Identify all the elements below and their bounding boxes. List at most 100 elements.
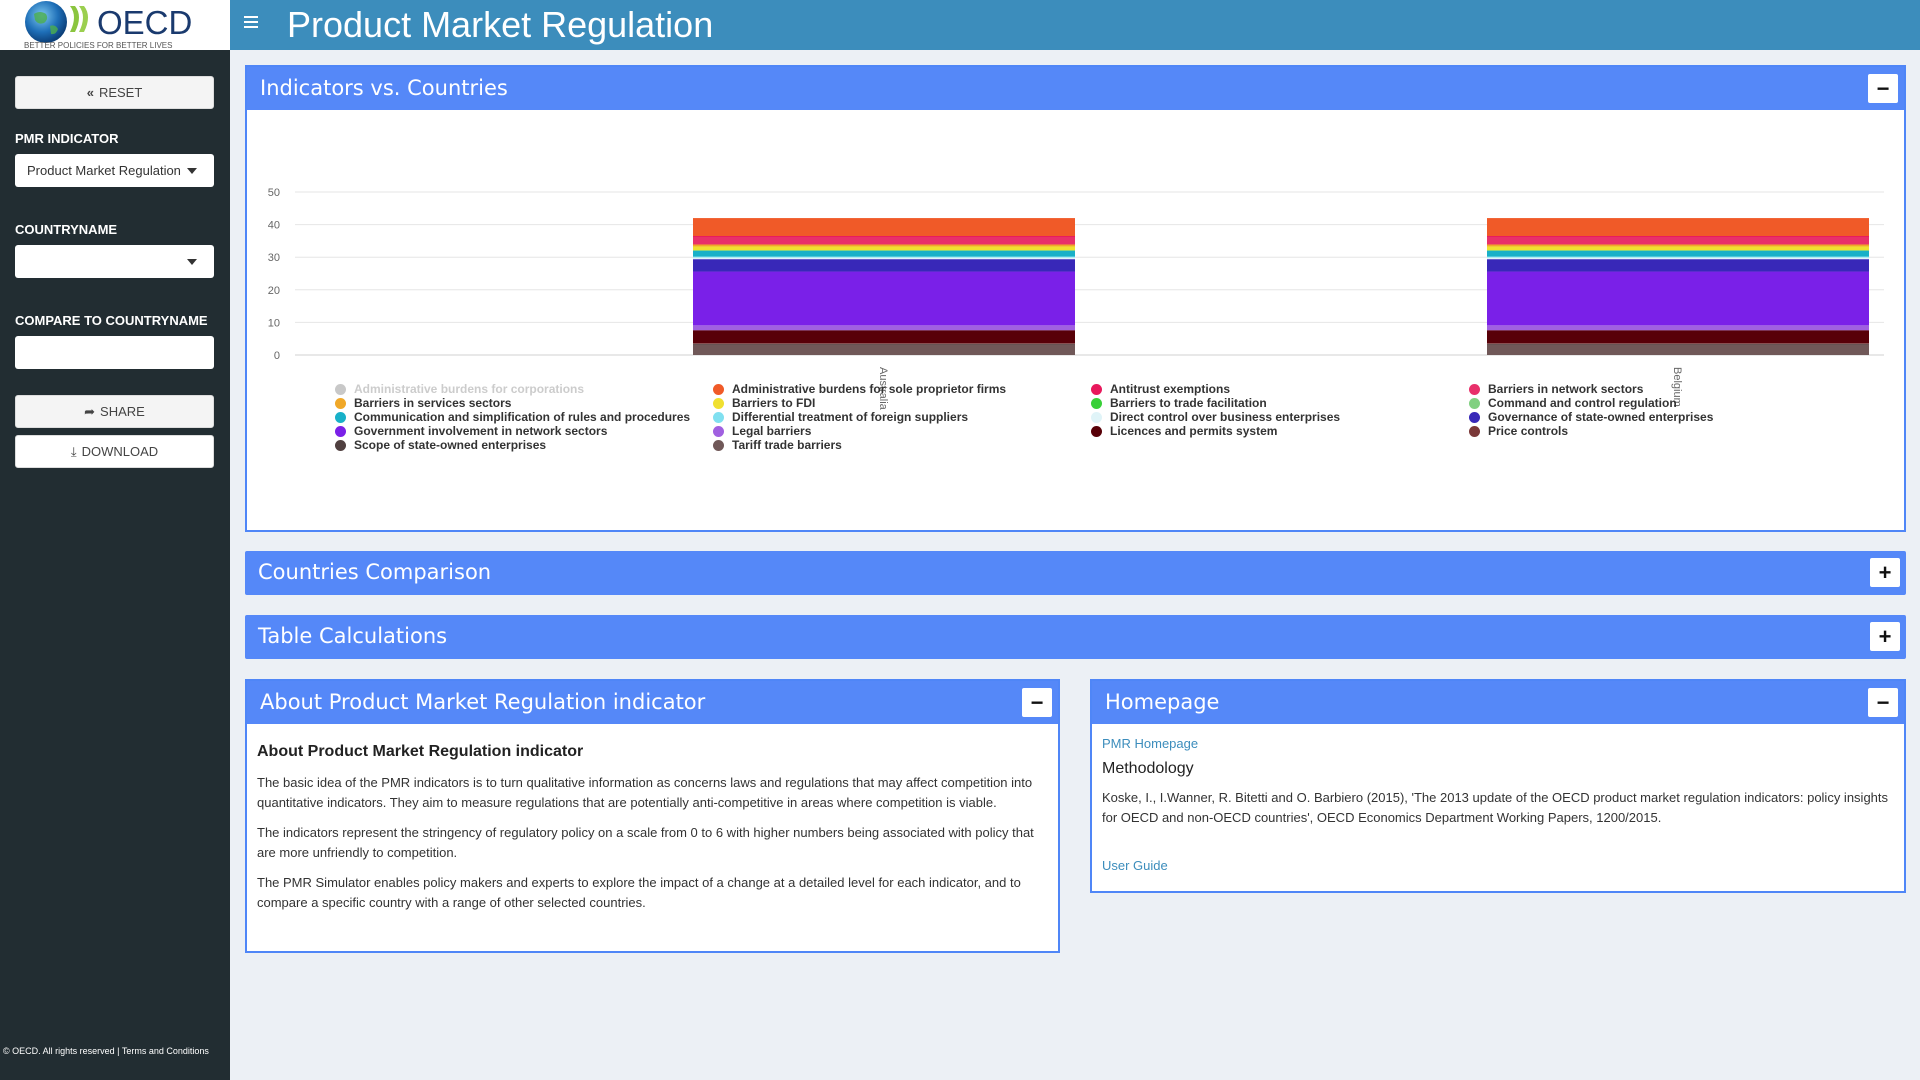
bar-segment bbox=[1487, 344, 1869, 355]
sidebar: « RESET PMR INDICATOR Product Market Reg… bbox=[0, 50, 230, 1080]
bar-segment bbox=[693, 256, 1075, 258]
bar-segment bbox=[693, 250, 1075, 252]
about-paragraph-1: The basic idea of the PMR indicators is … bbox=[257, 775, 1033, 810]
legend-dot-icon bbox=[1469, 411, 1480, 423]
legend-item[interactable]: Antitrust exemptions bbox=[1091, 382, 1469, 396]
expand-button[interactable]: + bbox=[1870, 622, 1900, 651]
collapse-button[interactable]: − bbox=[1868, 688, 1898, 717]
legend-item[interactable]: Governance of state-owned enterprises bbox=[1469, 410, 1847, 424]
bar-segment bbox=[1487, 244, 1869, 247]
legend-item[interactable]: Barriers in network sectors bbox=[1469, 382, 1847, 396]
bar-segment bbox=[693, 236, 1075, 237]
pmr-indicator-select[interactable]: Product Market Regulation bbox=[15, 154, 214, 187]
bar-segment bbox=[693, 246, 1075, 251]
legend-label: Barriers to trade facilitation bbox=[1110, 396, 1267, 410]
legend-label: Licences and permits system bbox=[1110, 424, 1278, 438]
download-button[interactable]: ⤓ DOWNLOAD bbox=[15, 435, 214, 468]
legend-label: Barriers to FDI bbox=[732, 396, 816, 410]
legend-item[interactable]: Tariff trade barriers bbox=[713, 438, 1091, 452]
legend-dot-icon bbox=[713, 411, 724, 423]
y-tick-label: 20 bbox=[268, 285, 280, 297]
legend-item[interactable]: Command and control regulation bbox=[1469, 396, 1847, 410]
legend-label: Administrative burdens for sole propriet… bbox=[732, 382, 1007, 396]
share-icon: ➦ bbox=[84, 403, 96, 419]
homepage-panel-title: Homepage bbox=[1105, 690, 1220, 714]
legend-dot-icon bbox=[335, 439, 346, 451]
legend-label: Barriers in network sectors bbox=[1488, 382, 1644, 396]
download-button-label: DOWNLOAD bbox=[81, 444, 159, 459]
legend-dot-icon bbox=[1091, 425, 1102, 437]
share-button[interactable]: ➦ SHARE bbox=[15, 395, 214, 428]
legend-label: Tariff trade barriers bbox=[732, 438, 842, 452]
legend-label: Direct control over business enterprises bbox=[1110, 410, 1341, 424]
homepage-panel-header: Homepage − bbox=[1092, 681, 1904, 724]
user-guide-link[interactable]: User Guide bbox=[1102, 858, 1894, 873]
legend-dot-icon bbox=[335, 425, 346, 437]
expand-button[interactable]: + bbox=[1870, 558, 1900, 587]
bar-segment bbox=[693, 343, 1075, 345]
legend-dot-icon bbox=[1469, 397, 1480, 409]
table-calculations-title: Table Calculations bbox=[258, 624, 448, 648]
legend-dot-icon bbox=[713, 383, 724, 395]
bar-segment bbox=[693, 325, 1075, 331]
about-paragraph-3: The PMR Simulator enables policy makers … bbox=[257, 875, 1021, 910]
logo-wordmark: OECD bbox=[97, 4, 192, 41]
stacked-bar-chart: 01020304050Australia Belgium bbox=[268, 187, 1884, 411]
bar-segment bbox=[693, 257, 1075, 260]
legend-item[interactable]: Barriers in services sectors bbox=[335, 396, 713, 410]
bar-segment bbox=[693, 218, 1075, 237]
legend-item[interactable]: Licences and permits system bbox=[1091, 424, 1469, 438]
legend-dot-icon bbox=[713, 425, 724, 437]
about-panel-header: About Product Market Regulation indicato… bbox=[247, 681, 1058, 724]
bar-segment bbox=[1487, 271, 1869, 326]
copyright-footer[interactable]: © OECD. All rights reserved | Terms and … bbox=[3, 1046, 209, 1056]
legend-item[interactable]: Government involvement in network sector… bbox=[335, 424, 713, 438]
page-title: Product Market Regulation bbox=[287, 4, 714, 45]
bar-segment bbox=[1487, 218, 1869, 237]
legend-item[interactable]: Communication and simplification of rule… bbox=[335, 410, 713, 424]
legend-item[interactable]: Price controls bbox=[1469, 424, 1847, 438]
legend-dot-icon bbox=[713, 397, 724, 409]
legend-label: Barriers in services sectors bbox=[354, 396, 512, 410]
countries-comparison-title: Countries Comparison bbox=[258, 560, 492, 584]
legend-item[interactable]: Barriers to FDI bbox=[713, 396, 1091, 410]
oecd-logo[interactable]: OECD BETTER POLICIES FOR BETTER LIVES bbox=[0, 0, 230, 50]
collapse-button[interactable]: − bbox=[1022, 688, 1052, 717]
countryname-select[interactable] bbox=[15, 245, 214, 278]
chevron-down-icon bbox=[187, 168, 197, 174]
bar-segment bbox=[693, 259, 1075, 272]
y-tick-label: 0 bbox=[274, 350, 280, 362]
legend-item[interactable]: Direct control over business enterprises bbox=[1091, 410, 1469, 424]
compare-countryname-input[interactable] bbox=[15, 336, 214, 369]
pmr-homepage-link[interactable]: PMR Homepage bbox=[1102, 736, 1894, 751]
pmr-indicator-label: PMR INDICATOR bbox=[15, 131, 119, 146]
bar-segment bbox=[1487, 259, 1869, 272]
legend-dot-icon bbox=[335, 397, 346, 409]
minus-icon: − bbox=[1030, 689, 1044, 715]
chevron-down-icon bbox=[187, 259, 197, 265]
legend-item[interactable]: Scope of state-owned enterprises bbox=[335, 438, 713, 452]
legend-dot-icon bbox=[335, 411, 346, 423]
methodology-heading: Methodology bbox=[1102, 760, 1194, 777]
bar-segment bbox=[1487, 256, 1869, 258]
legend-dot-icon bbox=[1091, 383, 1102, 395]
legend-dot-icon bbox=[1091, 397, 1102, 409]
about-content: About Product Market Regulation indicato… bbox=[257, 743, 1048, 923]
legend-item[interactable]: Barriers to trade facilitation bbox=[1091, 396, 1469, 410]
collapse-button[interactable]: − bbox=[1868, 74, 1898, 103]
reset-button[interactable]: « RESET bbox=[15, 76, 214, 109]
about-heading: About Product Market Regulation indicato… bbox=[257, 743, 584, 760]
sidebar-toggle-icon[interactable] bbox=[244, 16, 258, 30]
bar-segment bbox=[1487, 251, 1869, 257]
bar-segment bbox=[1487, 236, 1869, 245]
legend-item[interactable]: Administrative burdens for corporations bbox=[335, 382, 713, 396]
bar-segment bbox=[1487, 330, 1869, 344]
logo-tagline: BETTER POLICIES FOR BETTER LIVES bbox=[24, 41, 172, 50]
plus-icon: + bbox=[1878, 623, 1892, 649]
bar-segment bbox=[1487, 257, 1869, 260]
legend-label: Governance of state-owned enterprises bbox=[1488, 410, 1714, 424]
legend-item[interactable]: Administrative burdens for sole propriet… bbox=[713, 382, 1091, 396]
legend-item[interactable]: Differential treatment of foreign suppli… bbox=[713, 410, 1091, 424]
minus-icon: − bbox=[1876, 689, 1890, 715]
legend-item[interactable]: Legal barriers bbox=[713, 424, 1091, 438]
